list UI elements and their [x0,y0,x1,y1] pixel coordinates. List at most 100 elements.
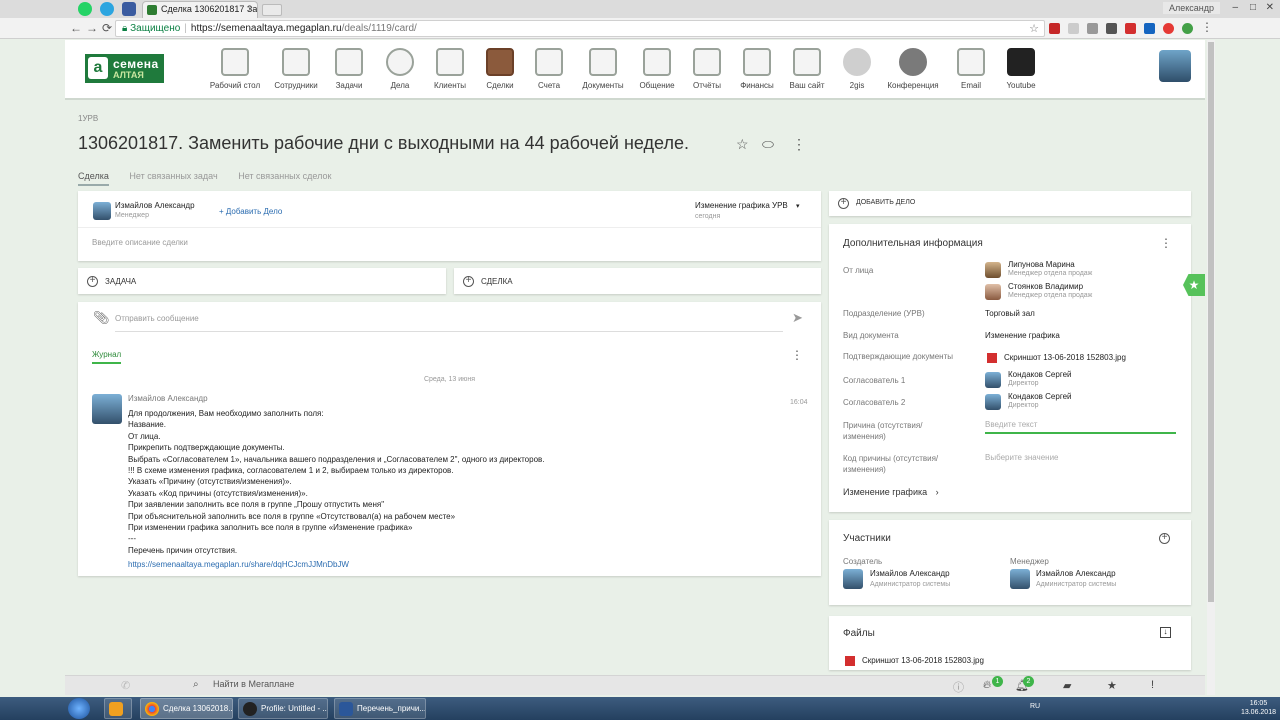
from-person-2[interactable]: Стоянков Владимир Менеджер отдела продаж [1008,282,1092,299]
tab-deal[interactable]: Сделка [78,171,109,186]
alerts-icon[interactable]: ! [1151,679,1154,691]
maximize-icon[interactable]: □ [1250,2,1256,13]
opera-icon[interactable] [1163,23,1174,34]
pinned-tab-icon[interactable] [122,2,136,16]
nav-item-label: Сотрудники [274,81,318,90]
close-tab-icon[interactable]: × [248,4,253,14]
nav-item[interactable]: Рабочий стол [205,48,265,90]
safe-icon [743,48,771,76]
tab-tasks[interactable]: Нет связанных задач [129,171,217,181]
whatsapp-pinned-tab-icon[interactable] [78,2,92,16]
send-icon[interactable]: ➤ [792,310,803,326]
nav-item[interactable]: Конференция [883,48,943,90]
phone-icon[interactable]: ✆ [121,679,130,692]
manager-name[interactable]: Измайлов Александр [1036,569,1116,578]
global-search-input[interactable]: ⌕ Найти в Мегаплане [185,679,915,694]
approver1[interactable]: Кондаков Сергей Директор [1008,370,1072,387]
extension-icon[interactable] [1106,23,1117,34]
url-input[interactable]: 🔒︎ Защищено | https://semenaaltaya.megapla… [115,20,1045,37]
taskbar-chrome-button[interactable]: Сделка 13062018... [140,698,233,719]
extension-icon[interactable] [1087,23,1098,34]
browser-menu-icon[interactable]: ⋮ [1201,20,1213,34]
creator-name[interactable]: Измайлов Александр [870,569,950,578]
taskbar-obs-button[interactable]: Profile: Untitled - ... [238,698,328,719]
approver1-avatar[interactable] [985,372,1001,388]
file-link[interactable]: Скриншот 13-06-2018 152803.jpg [862,656,984,665]
breadcrumb[interactable]: 1УРВ [78,114,98,123]
new-tab-button[interactable] [262,4,282,16]
division-value[interactable]: Торговый зал [985,309,1035,318]
download-icon[interactable]: ↓ [1160,627,1171,638]
add-case-link[interactable]: + Добавить Дело [219,207,282,216]
window-close-icon[interactable]: ✕ [1266,2,1274,13]
extension-icon[interactable] [1068,23,1079,34]
user-avatar[interactable] [1159,50,1191,82]
back-icon[interactable]: ← [70,21,82,35]
nav-item[interactable]: Счета [519,48,579,90]
nav-item[interactable]: Документы [573,48,633,90]
post-line: !!! В схеме изменения графика, согласова… [128,466,454,476]
docs-file-link[interactable]: Скриншот 13-06-2018 152803.jpg [1004,353,1126,362]
approver2-avatar[interactable] [985,394,1001,410]
add-task-label: ЗАДАЧА [105,277,137,286]
browser-user-badge[interactable]: Александр [1162,2,1220,14]
group-link[interactable]: Изменение графика › [843,487,939,497]
forward-icon[interactable]: → [86,21,98,35]
language-indicator[interactable]: RU [1030,703,1040,710]
taskbar-word-button[interactable]: Перечень_причи... [334,698,426,719]
extension-icon[interactable] [1049,23,1060,34]
extension-icon[interactable] [1144,23,1155,34]
attach-icon[interactable]: 📎︎ [93,310,110,326]
browser-tab-active[interactable]: Сделка 1306201817 Зам × [142,1,258,18]
add-task-button[interactable]: + ЗАДАЧА [78,268,446,294]
approver2[interactable]: Кондаков Сергей Директор [1008,392,1072,409]
taskbar-word-label: Перечень_причи... [357,704,426,713]
messages-icon[interactable]: ▰ [1063,679,1071,692]
add-participant-icon[interactable]: + [1159,533,1170,544]
owner-avatar[interactable] [93,202,111,220]
company-logo[interactable]: a семена АЛТАЯ [85,54,164,83]
additional-info-title: Дополнительная информация [843,238,983,249]
bookmark-star-icon[interactable]: ☆ [1029,22,1039,35]
tab-related-deals[interactable]: Нет связанных сделок [238,171,331,181]
code-select[interactable]: Выберите значение [985,453,1059,462]
post-author-avatar[interactable] [92,394,122,424]
extension-icon[interactable] [1182,23,1193,34]
telegram-pinned-tab-icon[interactable] [100,2,114,16]
doctype-value[interactable]: Изменение графика [985,331,1060,340]
minimize-icon[interactable]: – [1232,2,1238,13]
deal-description-input[interactable]: Введите описание сделки [92,238,188,247]
reason-input[interactable]: Введите текст [985,420,1176,434]
nav-item[interactable]: Сотрудники [266,48,326,90]
taskbar-outlook-button[interactable] [104,698,132,719]
journal-tab[interactable]: Журнал [92,350,122,364]
favorites-star-icon[interactable]: ★ [1107,679,1117,692]
nav-item[interactable]: Youtube [991,48,1051,90]
message-input[interactable]: Отправить сообщение [115,314,783,332]
from-person-1[interactable]: Липунова Марина Менеджер отдела продаж [1008,260,1092,277]
stage-select[interactable]: Изменение графика УРВ ▾ [695,201,800,210]
person-avatar[interactable] [985,262,1001,278]
system-clock[interactable]: 16:05 13.06.2018 [1241,699,1276,717]
more-menu-icon[interactable]: ⋮ [792,136,806,153]
extension-icon[interactable] [1125,23,1136,34]
reload-icon[interactable]: ⟳ [102,21,112,35]
activity-fire-icon[interactable]: 🔥︎ [983,679,991,692]
help-icon[interactable]: ⓘ [953,679,964,695]
add-case-card[interactable]: + ДОБАВИТЬ ДЕЛО [829,191,1191,216]
manager-avatar[interactable] [1010,569,1030,589]
journal-more-icon[interactable]: ⋮ [791,348,803,362]
person-avatar[interactable] [985,284,1001,300]
tag-icon[interactable]: ⬭ [762,136,774,153]
nav-item[interactable]: 2gis [827,48,887,90]
info-more-icon[interactable]: ⋮ [1160,236,1172,250]
windows-start-icon[interactable] [68,698,90,719]
page-scrollbar[interactable] [1207,40,1215,695]
owner-name[interactable]: Измайлов Александр [115,201,195,210]
post-author[interactable]: Измайлов Александр [128,394,208,403]
post-link[interactable]: https://semenaaltaya.megaplan.ru/share/d… [128,560,349,569]
scrollbar-thumb[interactable] [1208,42,1214,602]
favorite-star-icon[interactable]: ☆ [736,136,749,153]
creator-avatar[interactable] [843,569,863,589]
add-deal-button[interactable]: + СДЕЛКА [454,268,821,294]
